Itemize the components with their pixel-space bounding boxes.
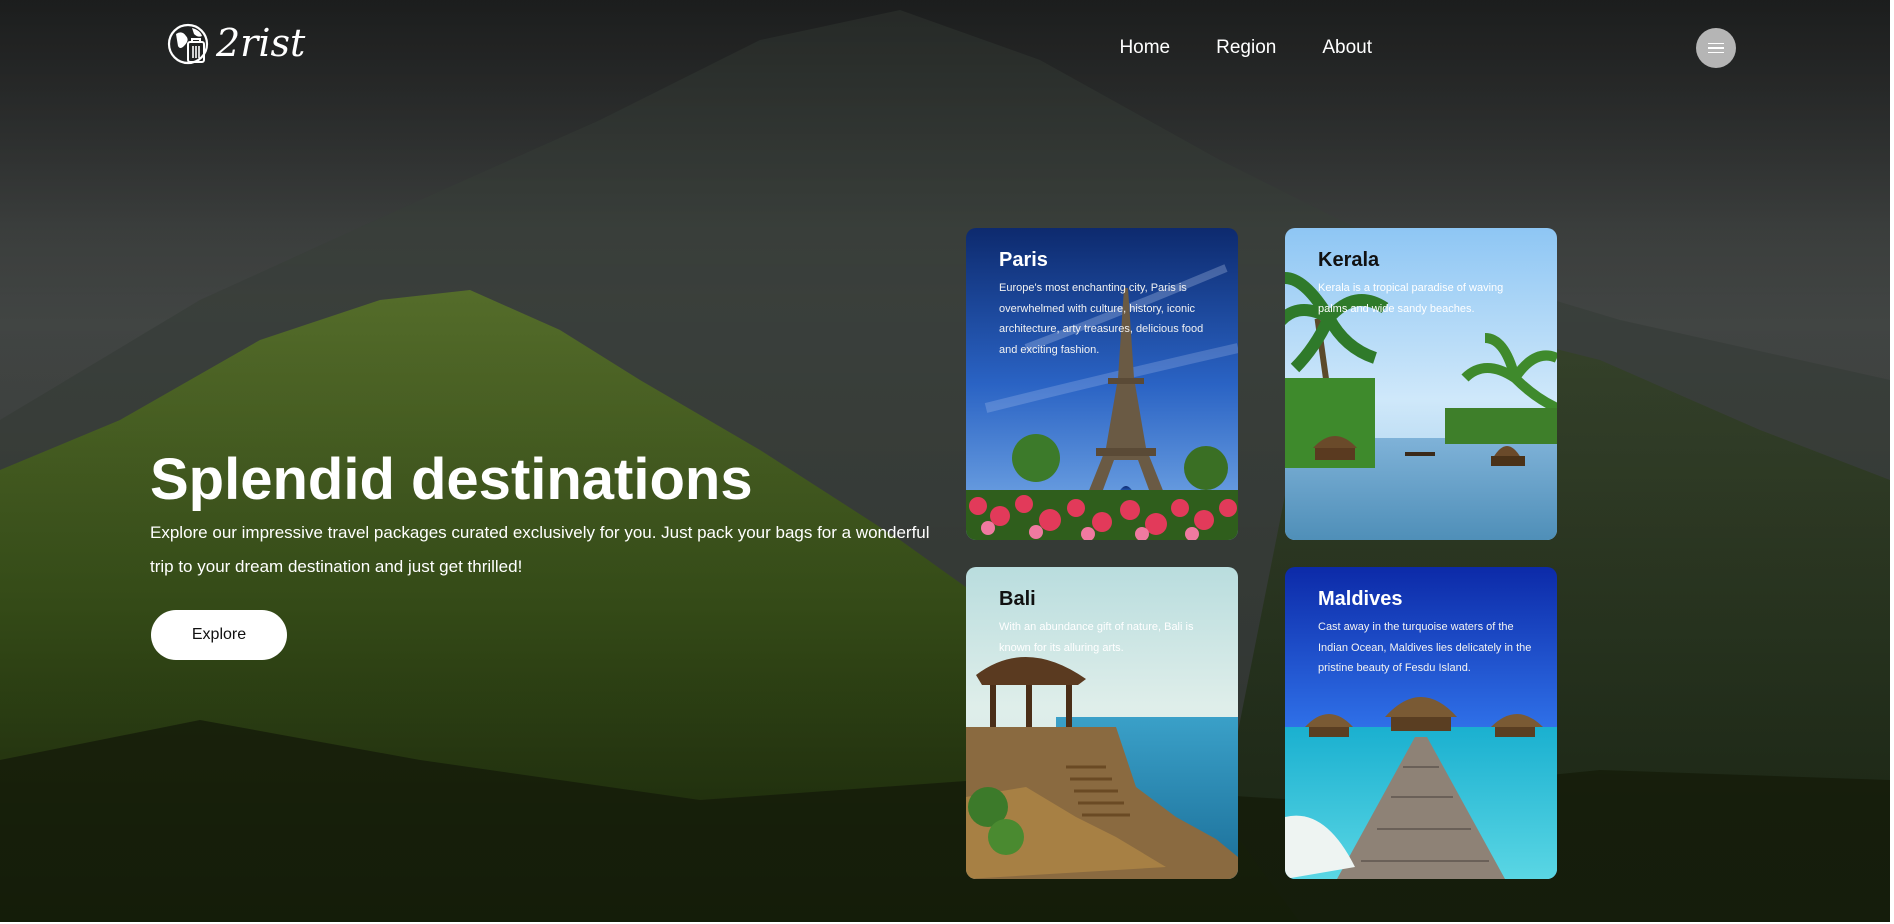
card-description: Kerala is a tropical paradise of waving … [1318, 282, 1504, 315]
card-text: Maldives Cast away in the turquoise wate… [1318, 587, 1534, 679]
globe-luggage-icon [167, 23, 209, 65]
right-strip [1890, 0, 1894, 924]
destination-card-maldives[interactable]: Maldives Cast away in the turquoise wate… [1285, 567, 1557, 879]
card-description: With an abundance gift of nature, Bali i… [999, 621, 1194, 654]
page: 2rist Home Region About Splendid destina… [0, 0, 1894, 924]
card-text: Kerala Kerala is a tropical paradise of … [1318, 248, 1534, 319]
card-title: Kerala [1318, 249, 1380, 271]
card-title: Paris [999, 249, 1048, 271]
card-description: Europe's most enchanting city, Paris is … [999, 282, 1204, 356]
hero-description: Explore our impressive travel packages c… [150, 523, 930, 576]
card-title: Bali [999, 588, 1036, 610]
card-text: Paris Europe's most enchanting city, Par… [999, 248, 1215, 360]
destination-card-paris[interactable]: Paris Europe's most enchanting city, Par… [966, 228, 1238, 540]
nav-home[interactable]: Home [1119, 30, 1170, 66]
destination-card-bali[interactable]: Bali With an abundance gift of nature, B… [966, 567, 1238, 879]
card-text: Bali With an abundance gift of nature, B… [999, 587, 1215, 658]
nav-region[interactable]: Region [1216, 30, 1276, 66]
nav-about[interactable]: About [1322, 30, 1372, 66]
destination-card-kerala[interactable]: Kerala Kerala is a tropical paradise of … [1285, 228, 1557, 540]
explore-button[interactable]: Explore [151, 610, 287, 660]
menu-button[interactable] [1696, 28, 1736, 68]
main-nav: Home Region About [1119, 30, 1372, 66]
hamburger-icon [1708, 40, 1724, 57]
brand-logo[interactable]: 2rist [166, 18, 305, 72]
card-description: Cast away in the turquoise waters of the… [1318, 621, 1532, 674]
brand-name: 2rist [216, 21, 306, 65]
card-title: Maldives [1318, 588, 1403, 610]
hero-title: Splendid destinations [150, 447, 753, 512]
